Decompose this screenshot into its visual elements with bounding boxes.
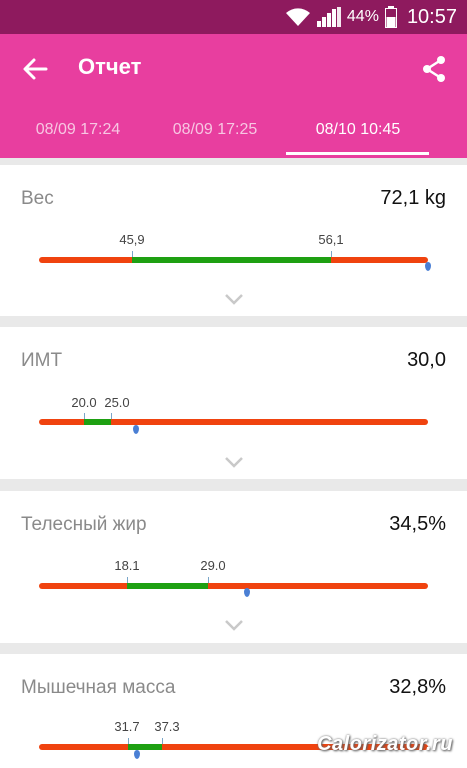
normal-range-segment bbox=[128, 744, 162, 750]
range-bar bbox=[39, 583, 428, 589]
value-marker bbox=[425, 262, 431, 271]
battery-icon bbox=[384, 6, 397, 28]
range-low-label: 18.1 bbox=[114, 558, 140, 573]
watermark: Calorizator.ru bbox=[317, 733, 453, 755]
arrow-left-icon bbox=[23, 58, 48, 80]
range-low-label: 31.7 bbox=[114, 719, 140, 734]
status-icons: 44% 10:57 bbox=[285, 0, 457, 34]
range-high-label: 37.3 bbox=[154, 719, 180, 734]
value-marker bbox=[244, 588, 250, 597]
chevron-down-icon[interactable] bbox=[224, 456, 244, 468]
range-low-label: 20.0 bbox=[71, 395, 97, 410]
normal-range-segment bbox=[84, 419, 111, 425]
status-bar: 44% 10:57 bbox=[0, 0, 467, 34]
share-icon bbox=[423, 56, 445, 82]
chevron-down-icon[interactable] bbox=[224, 293, 244, 305]
battery-percent: 44% bbox=[346, 8, 379, 25]
normal-range-segment bbox=[127, 583, 208, 589]
metric-card-body-fat[interactable]: Телесный жир 34,5% 18.1 29.0 bbox=[0, 491, 467, 643]
range-high-label: 56,1 bbox=[318, 232, 344, 247]
tab-date-2[interactable]: 08/09 17:25 bbox=[137, 102, 293, 158]
chevron-down-icon[interactable] bbox=[224, 619, 244, 631]
tab-date-1[interactable]: 08/09 17:24 bbox=[0, 102, 156, 158]
page-title: Отчет bbox=[78, 54, 142, 79]
wifi-icon bbox=[285, 8, 310, 26]
clock: 10:57 bbox=[406, 5, 457, 28]
tab-indicator bbox=[286, 152, 429, 155]
normal-range-segment bbox=[132, 257, 331, 263]
metric-card-bmi[interactable]: ИМТ 30,0 20.0 25.0 bbox=[0, 327, 467, 479]
range-high-label: 25.0 bbox=[104, 395, 130, 410]
metric-card-weight[interactable]: Вес 72,1 kg 45,9 56,1 bbox=[0, 165, 467, 316]
share-button[interactable] bbox=[419, 54, 449, 84]
app-bar: Отчет bbox=[0, 34, 467, 102]
value-marker bbox=[134, 750, 140, 759]
range-high-label: 29.0 bbox=[200, 558, 226, 573]
signal-icon bbox=[316, 7, 341, 27]
tab-date-3[interactable]: 08/10 10:45 bbox=[280, 102, 436, 158]
value-marker bbox=[133, 425, 139, 434]
range-low-label: 45,9 bbox=[119, 232, 145, 247]
back-button[interactable] bbox=[20, 54, 50, 84]
date-tabs: 08/09 17:24 08/09 17:25 08/10 10:45 bbox=[0, 102, 467, 158]
